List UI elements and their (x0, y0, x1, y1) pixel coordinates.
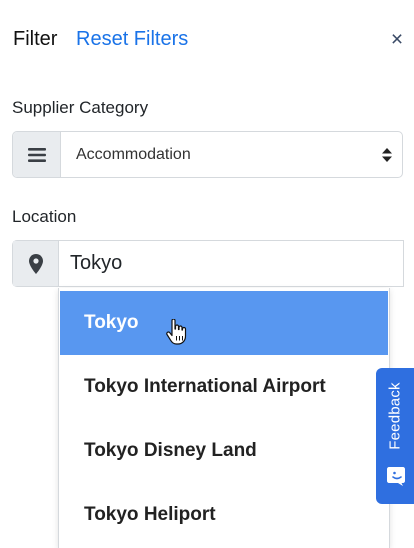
chat-smile-icon (387, 467, 405, 486)
filter-header: Filter Reset Filters × (0, 0, 414, 80)
location-autocomplete-dropdown: Tokyo Tokyo International Airport Tokyo … (58, 288, 390, 548)
sort-caret-icon (372, 132, 402, 177)
location-input[interactable] (59, 241, 403, 286)
list-icon (13, 132, 61, 177)
map-marker-icon (13, 241, 59, 286)
reset-filters-link[interactable]: Reset Filters (76, 28, 188, 51)
dropdown-item-tokyo-disney-land[interactable]: Tokyo Disney Land (60, 419, 388, 483)
dropdown-item-tokyo-international-airport[interactable]: Tokyo International Airport (60, 355, 388, 419)
feedback-label: Feedback (386, 382, 404, 450)
feedback-tab[interactable]: Feedback (376, 368, 414, 504)
filter-title: Filter (13, 28, 58, 50)
location-label: Location (12, 207, 77, 226)
dropdown-item-tokyo[interactable]: Tokyo (60, 291, 388, 355)
supplier-category-value: Accommodation (76, 145, 191, 163)
location-field (12, 240, 404, 287)
supplier-category-label: Supplier Category (12, 98, 149, 117)
supplier-category-select[interactable]: Accommodation (12, 131, 403, 178)
dropdown-item-tokyo-heliport[interactable]: Tokyo Heliport (60, 483, 388, 547)
close-icon[interactable]: × (387, 28, 407, 52)
hand-pointer-icon (166, 319, 187, 345)
